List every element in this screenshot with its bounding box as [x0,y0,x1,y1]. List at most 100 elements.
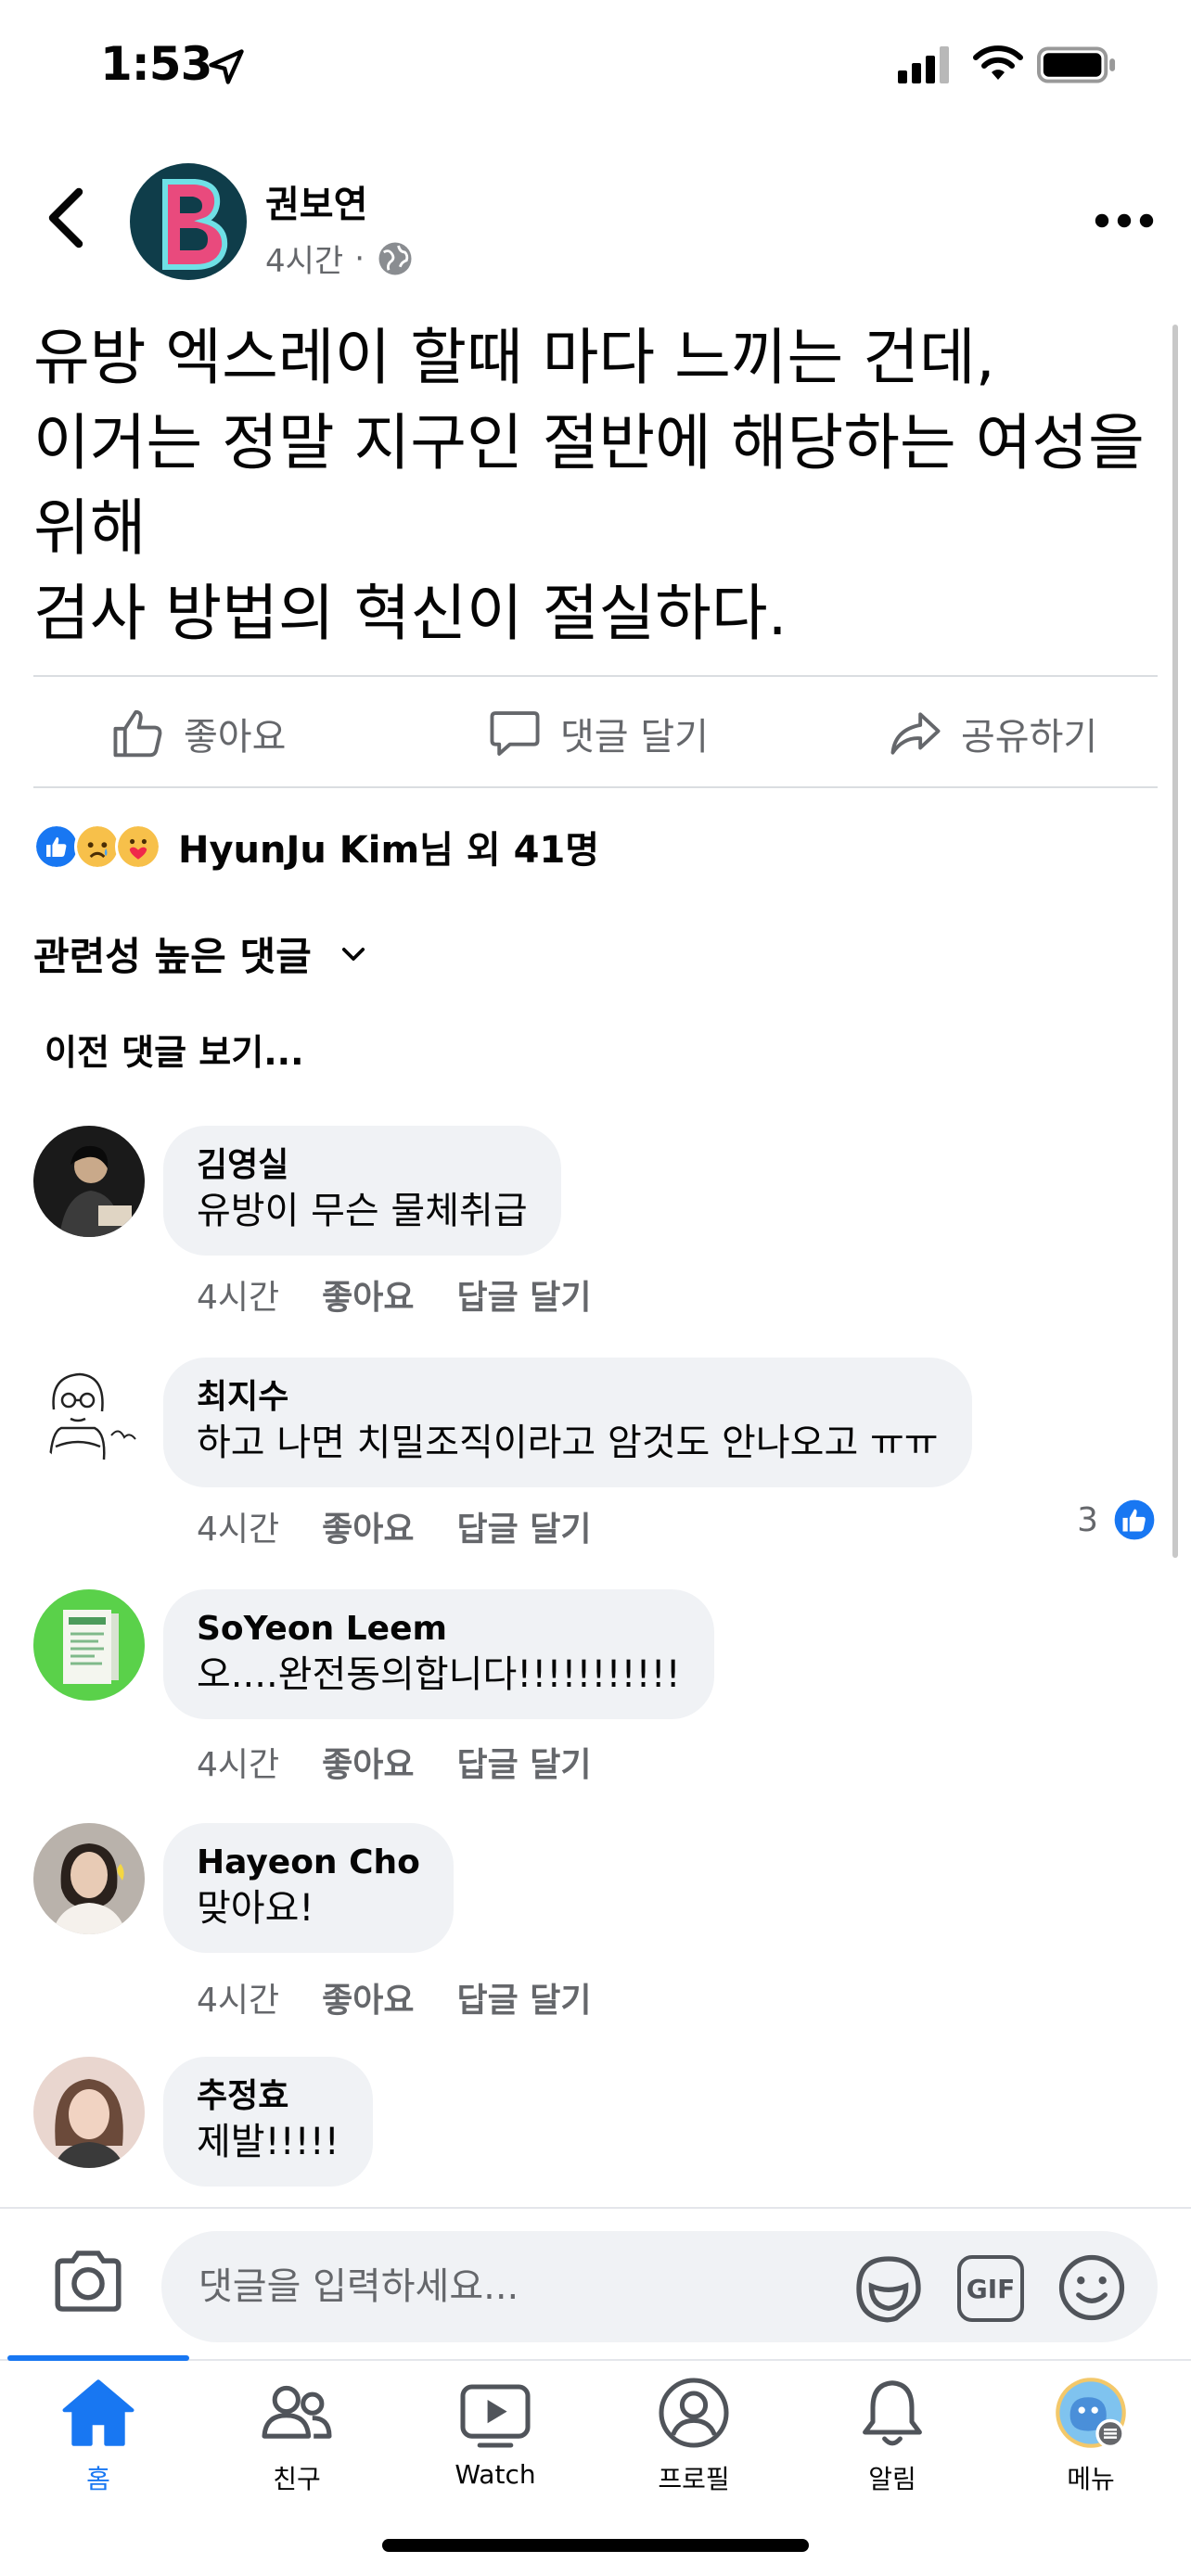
reactions-summary-text: HyunJu Kim님 외 41명 [178,829,600,872]
location-arrow-icon [209,49,244,84]
friends-icon [262,2385,332,2439]
comment-like-button[interactable]: 좋아요 [322,1973,414,2021]
commenter-name[interactable]: 김영실 [197,1144,528,1187]
comment-reply-button[interactable]: 답글 달기 [457,1270,592,1319]
commenter-avatar[interactable] [33,2057,145,2168]
commenter-name[interactable]: Hayeon Cho [197,1842,420,1884]
care-reaction-icon [115,823,161,870]
cellular-signal-icon [898,46,949,83]
globe-icon [378,242,412,274]
tab-label: 홈 [86,2464,110,2494]
comment-label: 댓글 달기 [560,716,709,759]
reaction-count: 3 [1077,1500,1098,1539]
comment-meta: 4시간 좋아요 답글 달기 [197,1270,592,1319]
tab-label: Watch [455,2459,536,2490]
tab-notifications[interactable]: 알림 [800,2374,985,2496]
menu-avatar-icon [1056,2378,1126,2449]
tab-profile[interactable]: 프로필 [601,2374,787,2496]
author-avatar[interactable] [130,163,247,280]
comment-reply-button[interactable]: 답글 달기 [457,1973,592,2021]
camera-icon[interactable] [50,2248,126,2315]
comment-text: 유방이 무슨 물체취급 [197,1190,528,1232]
active-tab-indicator [7,2355,189,2361]
bell-icon [863,2380,922,2446]
comment-like-button[interactable]: 좋아요 [322,1738,414,1786]
comment-meta: 4시간 좋아요 답글 달기 [197,1973,592,2021]
gif-button[interactable]: GIF [957,2255,1024,2322]
like-reaction-icon [33,823,80,870]
post-time: 4시간 [265,243,344,280]
sticker-icon[interactable] [852,2251,926,2326]
tab-watch[interactable]: Watch [403,2374,588,2490]
comment-like-button[interactable]: 좋아요 [322,1270,414,1319]
post-line: 이거는 정말 지구인 절반에 해당하는 여성을 [33,407,1145,478]
back-chevron-icon[interactable] [43,185,89,250]
comment-meta: 4시간 좋아요 답글 달기 [197,1738,592,1786]
comment-text: 제발!!!!! [197,2121,339,2163]
comment-text: 맞아요! [197,1887,314,1930]
post-line: 위해 [33,492,147,564]
post-line: 검사 방법의 혁신이 절실하다. [33,578,788,649]
emoji-icon[interactable] [1056,2251,1128,2324]
share-arrow-icon [890,712,941,755]
comment-sort-dropdown[interactable]: 관련성 높은 댓글 [33,925,369,982]
commenter-avatar[interactable] [33,1823,145,1934]
comment-time: 4시간 [197,1511,280,1549]
comment-bubble[interactable]: 최지수 하고 나면 치밀조직이라고 암것도 안나오고 ㅠㅠ [163,1358,972,1487]
view-previous-comments[interactable]: 이전 댓글 보기... [45,1024,304,1075]
comment-time: 4시간 [197,1982,280,2020]
more-options-icon[interactable] [1093,202,1156,239]
comment-time: 4시간 [197,1279,280,1317]
like-button[interactable]: 좋아요 [109,701,286,766]
share-button[interactable]: 공유하기 [887,701,1097,766]
divider [33,786,1158,788]
like-reaction-icon [1111,1497,1158,1543]
tab-label: 메뉴 [1067,2464,1115,2494]
tab-home[interactable]: 홈 [6,2374,191,2496]
comment-reply-button[interactable]: 답글 달기 [457,1738,592,1786]
divider [33,675,1158,677]
comment-reply-button[interactable]: 답글 달기 [457,1502,592,1550]
comment-time: 4시간 [197,1746,280,1784]
comment-button[interactable]: 댓글 달기 [486,701,709,766]
wifi-icon [973,45,1023,80]
comment-reaction-count[interactable]: 3 [1077,1497,1158,1543]
comment-bubble[interactable]: SoYeon Leem 오....완전동의합니다!!!!!!!!!!! [163,1589,714,1719]
share-label: 공유하기 [961,716,1098,759]
post-meta: 4시간 · [265,236,415,281]
chevron-down-icon [341,947,365,961]
comment-bubble[interactable]: 김영실 유방이 무슨 물체취급 [163,1126,561,1256]
post-body: 유방 엑스레이 할때 마다 느끼는 건데, 이거는 정말 지구인 절반에 해당하… [33,315,1165,657]
meta-separator: · [354,239,365,277]
commenter-avatar[interactable] [33,1358,145,1469]
gif-label: GIF [966,2273,1016,2304]
commenter-avatar[interactable] [33,1126,145,1237]
comment-bubble[interactable]: Hayeon Cho 맞아요! [163,1823,454,1953]
scrollbar[interactable] [1172,325,1178,1558]
comment-meta: 4시간 좋아요 답글 달기 [197,1502,592,1550]
commenter-name[interactable]: 최지수 [197,1376,939,1419]
commenter-avatar[interactable] [33,1589,145,1701]
commenter-name[interactable]: 추정효 [197,2075,339,2118]
sort-label: 관련성 높은 댓글 [33,934,312,979]
tab-label: 알림 [868,2464,916,2494]
thumbs-up-icon [113,709,162,758]
post-line: 유방 엑스레이 할때 마다 느끼는 건데, [33,322,995,393]
comment-bubble-icon [490,711,540,756]
status-time: 1:53 [100,37,212,91]
home-icon [62,2379,134,2446]
comment-text: 하고 나면 치밀조직이라고 암것도 안나오고 ㅠㅠ [197,1422,939,1464]
reactions-summary[interactable]: HyunJu Kim님 외 41명 [33,820,599,874]
sad-reaction-icon [74,823,121,870]
tab-label: 친구 [273,2464,321,2494]
tab-menu[interactable]: 메뉴 [998,2374,1184,2496]
comment-bubble[interactable]: 추정효 제발!!!!! [163,2057,373,2187]
tab-label: 프로필 [658,2464,730,2494]
commenter-name[interactable]: SoYeon Leem [197,1608,681,1651]
tab-friends[interactable]: 친구 [204,2374,390,2496]
comment-like-button[interactable]: 좋아요 [322,1502,414,1550]
comment-text: 오....완전동의합니다!!!!!!!!!!! [197,1653,681,1696]
home-indicator [382,2539,809,2552]
profile-icon [659,2378,729,2448]
author-name[interactable]: 권보연 [265,174,367,228]
